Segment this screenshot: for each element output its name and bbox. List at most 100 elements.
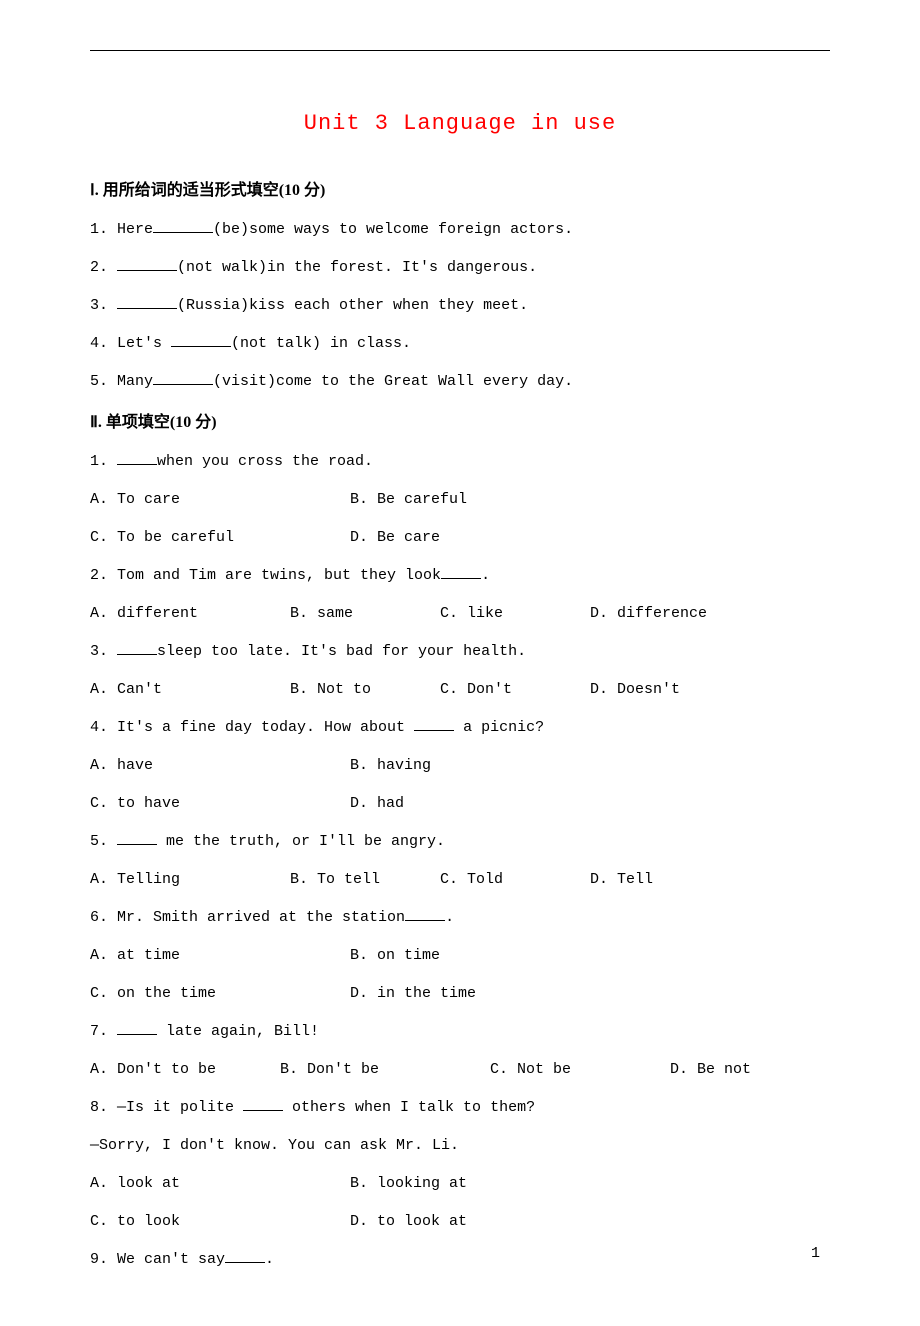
item-text-pre: 3. xyxy=(90,297,117,314)
q-text-post: a picnic? xyxy=(454,719,544,736)
mc-option: B. Not to xyxy=(290,678,440,702)
blank-line xyxy=(117,450,157,465)
blank-line xyxy=(225,1248,265,1263)
section-1-heading: Ⅰ. 用所给词的适当形式填空(10 分) xyxy=(90,176,830,200)
section-2-items: 1. when you cross the road. A. To care B… xyxy=(90,450,830,1272)
mc-option: A. Can't xyxy=(90,678,290,702)
q-text-post: when you cross the road. xyxy=(157,453,373,470)
q-text-post: me the truth, or I'll be angry. xyxy=(157,833,445,850)
mc-option: A. To care xyxy=(90,488,350,512)
section-1-items: 1. Here (be)some ways to welcome foreign … xyxy=(90,218,830,394)
mc-question: 7. late again, Bill! xyxy=(90,1020,830,1044)
blank-line xyxy=(117,640,157,655)
mc-question: 3. sleep too late. It's bad for your hea… xyxy=(90,640,830,664)
blank-line xyxy=(117,256,177,271)
fill-blank-item: 1. Here (be)some ways to welcome foreign … xyxy=(90,218,830,242)
q-text-pre: 6. Mr. Smith arrived at the station xyxy=(90,909,405,926)
mc-question: 6. Mr. Smith arrived at the station. xyxy=(90,906,830,930)
document-page: Unit 3 Language in use Ⅰ. 用所给词的适当形式填空(10… xyxy=(0,0,920,1326)
q-text-post: . xyxy=(481,567,490,584)
mc-option: D. Doesn't xyxy=(590,678,740,702)
mc-options-row: A. at time B. on time xyxy=(90,944,830,968)
fill-blank-item: 4. Let's (not talk) in class. xyxy=(90,332,830,356)
mc-option: B. To tell xyxy=(290,868,440,892)
section-2-heading: Ⅱ. 单项填空(10 分) xyxy=(90,408,830,432)
q-text-pre: 9. We can't say xyxy=(90,1251,225,1268)
page-number: 1 xyxy=(811,1245,820,1262)
blank-line xyxy=(171,332,231,347)
item-text-post: (not walk)in the forest. It's dangerous. xyxy=(177,259,537,276)
mc-option: C. Told xyxy=(440,868,590,892)
fill-blank-item: 2. (not walk)in the forest. It's dangero… xyxy=(90,256,830,280)
item-text-pre: 1. Here xyxy=(90,221,153,238)
blank-line xyxy=(117,830,157,845)
blank-line xyxy=(153,218,213,233)
mc-option: D. difference xyxy=(590,602,740,626)
item-text-post: (visit)come to the Great Wall every day. xyxy=(213,373,573,390)
mc-question: 8. —Is it polite others when I talk to t… xyxy=(90,1096,830,1120)
mc-question: 4. It's a fine day today. How about a pi… xyxy=(90,716,830,740)
q-text-post: . xyxy=(265,1251,274,1268)
mc-option: C. on the time xyxy=(90,982,350,1006)
mc-option: C. like xyxy=(440,602,590,626)
mc-question: 1. when you cross the road. xyxy=(90,450,830,474)
blank-line xyxy=(117,294,177,309)
mc-options-row: A. have B. having xyxy=(90,754,830,778)
mc-option: D. in the time xyxy=(350,982,610,1006)
q-text-pre: 4. It's a fine day today. How about xyxy=(90,719,414,736)
mc-option: B. Be careful xyxy=(350,488,610,512)
mc-option: D. Tell xyxy=(590,868,740,892)
mc-option: A. different xyxy=(90,602,290,626)
mc-options-row: C. To be careful D. Be care xyxy=(90,526,830,550)
blank-line xyxy=(441,564,481,579)
mc-option: D. to look at xyxy=(350,1210,610,1234)
mc-options-row: C. on the time D. in the time xyxy=(90,982,830,1006)
blank-line xyxy=(414,716,454,731)
mc-option: B. same xyxy=(290,602,440,626)
fill-blank-item: 5. Many (visit)come to the Great Wall eve… xyxy=(90,370,830,394)
mc-options-row: A. different B. same C. like D. differen… xyxy=(90,602,830,626)
mc-question-line2: —Sorry, I don't know. You can ask Mr. Li… xyxy=(90,1134,830,1158)
mc-option: B. having xyxy=(350,754,610,778)
q-text-post: late again, Bill! xyxy=(157,1023,319,1040)
blank-line xyxy=(153,370,213,385)
item-text-post: (be)some ways to welcome foreign actors. xyxy=(213,221,573,238)
mc-option: C. to have xyxy=(90,792,350,816)
item-text-post: (not talk) in class. xyxy=(231,335,411,352)
item-text-post: (Russia)kiss each other when they meet. xyxy=(177,297,528,314)
mc-option: C. Not be xyxy=(490,1058,670,1082)
mc-option: C. Don't xyxy=(440,678,590,702)
mc-options-row: C. to look D. to look at xyxy=(90,1210,830,1234)
q-text-pre: 8. —Is it polite xyxy=(90,1099,243,1116)
q-text-pre: 7. xyxy=(90,1023,117,1040)
mc-options-row: C. to have D. had xyxy=(90,792,830,816)
mc-option: D. had xyxy=(350,792,610,816)
mc-option: C. To be careful xyxy=(90,526,350,550)
q-text-post: . xyxy=(445,909,454,926)
item-text-pre: 5. Many xyxy=(90,373,153,390)
fill-blank-item: 3. (Russia)kiss each other when they mee… xyxy=(90,294,830,318)
blank-line xyxy=(405,906,445,921)
mc-options-row: A. look at B. looking at xyxy=(90,1172,830,1196)
mc-option: B. Don't be xyxy=(280,1058,490,1082)
mc-option: A. have xyxy=(90,754,350,778)
blank-line xyxy=(117,1020,157,1035)
mc-question: 5. me the truth, or I'll be angry. xyxy=(90,830,830,854)
mc-options-row: A. Telling B. To tell C. Told D. Tell xyxy=(90,868,830,892)
mc-option: B. looking at xyxy=(350,1172,610,1196)
mc-option: C. to look xyxy=(90,1210,350,1234)
item-text-pre: 4. Let's xyxy=(90,335,171,352)
mc-option: D. Be care xyxy=(350,526,610,550)
mc-option: A. at time xyxy=(90,944,350,968)
q-text-pre: 1. xyxy=(90,453,117,470)
top-horizontal-rule xyxy=(90,50,830,51)
mc-option: A. Telling xyxy=(90,868,290,892)
mc-options-row: A. Can't B. Not to C. Don't D. Doesn't xyxy=(90,678,830,702)
blank-line xyxy=(243,1096,283,1111)
mc-options-row: A. Don't to be B. Don't be C. Not be D. … xyxy=(90,1058,830,1082)
mc-options-row: A. To care B. Be careful xyxy=(90,488,830,512)
mc-option: D. Be not xyxy=(670,1058,790,1082)
mc-question: 2. Tom and Tim are twins, but they look. xyxy=(90,564,830,588)
mc-option: A. Don't to be xyxy=(90,1058,280,1082)
page-title: Unit 3 Language in use xyxy=(90,111,830,136)
